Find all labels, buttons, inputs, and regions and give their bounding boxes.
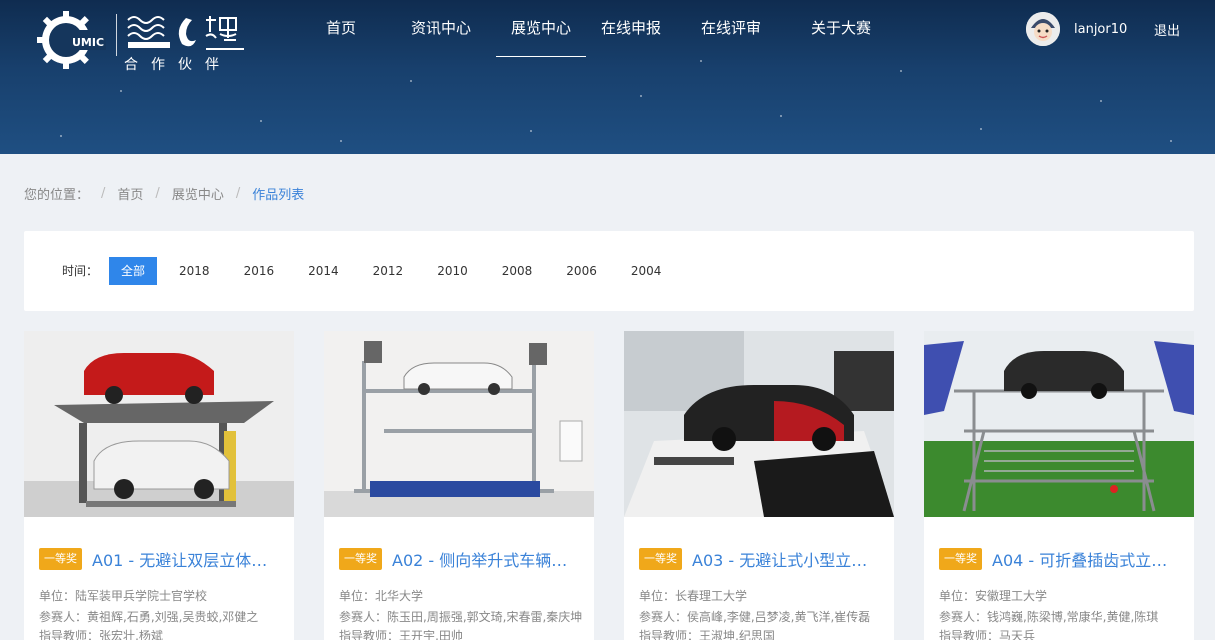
nav-online-review[interactable]: 在线评审 <box>676 0 786 60</box>
project-unit: 单位：陆军装甲兵学院士官学校 <box>39 589 208 603</box>
breadcrumb-home[interactable]: 首页 <box>117 184 143 203</box>
breadcrumb-separator: / <box>101 186 106 201</box>
svg-text:UMIC: UMIC <box>72 36 104 49</box>
nav-exhibition[interactable]: 展览中心 <box>496 0 586 60</box>
nav-news[interactable]: 资讯中心 <box>386 0 496 60</box>
project-members: 参赛人：钱鸿巍,陈梁博,常康华,黄健,陈琪 <box>939 610 1159 624</box>
lift-model-photo-icon <box>324 331 594 517</box>
foldable-parking-model-photo-icon <box>924 331 1194 517</box>
project-card[interactable]: 一等奖 A01 - 无避让双层立体… 单位：陆军装甲兵学院士官学校 参赛人：黄祖… <box>24 331 294 640</box>
bugatti-model-photo-icon <box>624 331 894 517</box>
breadcrumb-exhibition[interactable]: 展览中心 <box>172 184 224 203</box>
filter-option-2014[interactable]: 2014 <box>296 257 351 285</box>
filter-label: 时间： <box>62 264 99 278</box>
award-badge: 一等奖 <box>939 548 982 570</box>
logo-divider <box>116 14 117 56</box>
project-image[interactable] <box>324 331 594 517</box>
partner-logos[interactable]: UMIC 合作伙伴 <box>36 8 256 74</box>
project-unit: 单位：安徽理工大学 <box>939 589 1048 603</box>
username[interactable]: lanjor10 <box>1074 22 1127 37</box>
nav-home[interactable]: 首页 <box>296 0 386 60</box>
filter-option-all[interactable]: 全部 <box>109 257 158 285</box>
filter-option-2018[interactable]: 2018 <box>167 257 222 285</box>
project-card[interactable]: 一等奖 A02 - 侧向举升式车辆… 单位：北华大学 参赛人：陈玉田,周振强,郭… <box>324 331 594 640</box>
award-badge: 一等奖 <box>639 548 682 570</box>
project-unit: 单位：北华大学 <box>339 589 424 603</box>
avatar[interactable] <box>1026 12 1060 46</box>
main-nav: 首页 资讯中心 展览中心 在线申报 在线评审 关于大赛 <box>296 0 896 60</box>
project-advisor: 指导教师：马天兵 <box>939 629 1036 640</box>
nav-online-apply[interactable]: 在线申报 <box>586 0 676 60</box>
project-title-link[interactable]: A03 - 无避让式小型立… <box>692 547 892 571</box>
user-profile[interactable]: lanjor10 <box>1026 12 1127 46</box>
project-advisor: 指导教师：张宏壮,杨斌 <box>39 629 163 640</box>
card-title-row: 一等奖 A04 - 可折叠插齿式立… <box>939 547 1192 571</box>
card-title-row: 一等奖 A02 - 侧向举升式车辆… <box>339 547 592 571</box>
year-filter-options: 全部 2018 2016 2014 2012 2010 2008 2006 20… <box>109 257 683 285</box>
breadcrumb-separator: / <box>235 186 241 201</box>
filter-option-2004[interactable]: 2004 <box>619 257 674 285</box>
project-title-link[interactable]: A01 - 无避让双层立体… <box>92 547 292 571</box>
project-card[interactable]: 一等奖 A04 - 可折叠插齿式立… 单位：安徽理工大学 参赛人：钱鸿巍,陈梁博… <box>924 331 1194 640</box>
project-image[interactable] <box>624 331 894 517</box>
project-advisor: 指导教师：王淑坤,纪思国 <box>639 629 775 640</box>
project-members: 参赛人：陈玉田,周振强,郭文琦,宋春雷,秦庆坤 <box>339 610 583 624</box>
user-avatar-icon <box>1026 12 1060 46</box>
project-image[interactable] <box>24 331 294 517</box>
breadcrumb: 您的位置： / 首页 / 展览中心 / 作品列表 <box>24 184 304 203</box>
breadcrumb-label: 您的位置： <box>24 188 90 203</box>
award-badge: 一等奖 <box>339 548 382 570</box>
project-members: 参赛人：黄祖辉,石勇,刘强,吴贵蛟,邓健之 <box>39 610 259 624</box>
project-unit: 单位：长春理工大学 <box>639 589 748 603</box>
project-title-link[interactable]: A04 - 可折叠插齿式立… <box>992 547 1192 571</box>
filter-option-2012[interactable]: 2012 <box>361 257 416 285</box>
project-members: 参赛人：侯高峰,李健,吕梦凌,黄飞洋,崔传磊 <box>639 610 871 624</box>
award-badge: 一等奖 <box>39 548 82 570</box>
logout-link[interactable]: 退出 <box>1154 20 1180 39</box>
project-image[interactable] <box>924 331 1194 517</box>
project-card[interactable]: 一等奖 A03 - 无避让式小型立… 单位：长春理工大学 参赛人：侯高峰,李健,… <box>624 331 894 640</box>
umic-gear-logo-icon: UMIC <box>37 11 106 69</box>
filter-option-2006[interactable]: 2006 <box>554 257 609 285</box>
parking-model-photo-icon <box>24 331 294 517</box>
breadcrumb-current: 作品列表 <box>252 188 305 203</box>
card-title-row: 一等奖 A01 - 无避让双层立体… <box>39 547 292 571</box>
project-advisor: 指导教师：王开宇,田帅 <box>339 629 463 640</box>
partner-brand-logos-icon <box>127 16 244 50</box>
site-header: UMIC 合作伙伴 首页 资讯中心 展览中心 在线申报 在线评审 关于大赛 la… <box>0 0 1215 154</box>
filter-option-2010[interactable]: 2010 <box>425 257 480 285</box>
filter-option-2016[interactable]: 2016 <box>232 257 287 285</box>
card-title-row: 一等奖 A03 - 无避让式小型立… <box>639 547 892 571</box>
filter-option-2008[interactable]: 2008 <box>490 257 545 285</box>
breadcrumb-separator: / <box>155 186 160 201</box>
year-filter-panel: 时间： 全部 2018 2016 2014 2012 2010 2008 200… <box>24 231 1194 311</box>
partner-label: 合作伙伴 <box>124 57 232 73</box>
nav-about[interactable]: 关于大赛 <box>786 0 896 60</box>
project-title-link[interactable]: A02 - 侧向举升式车辆… <box>392 547 592 571</box>
